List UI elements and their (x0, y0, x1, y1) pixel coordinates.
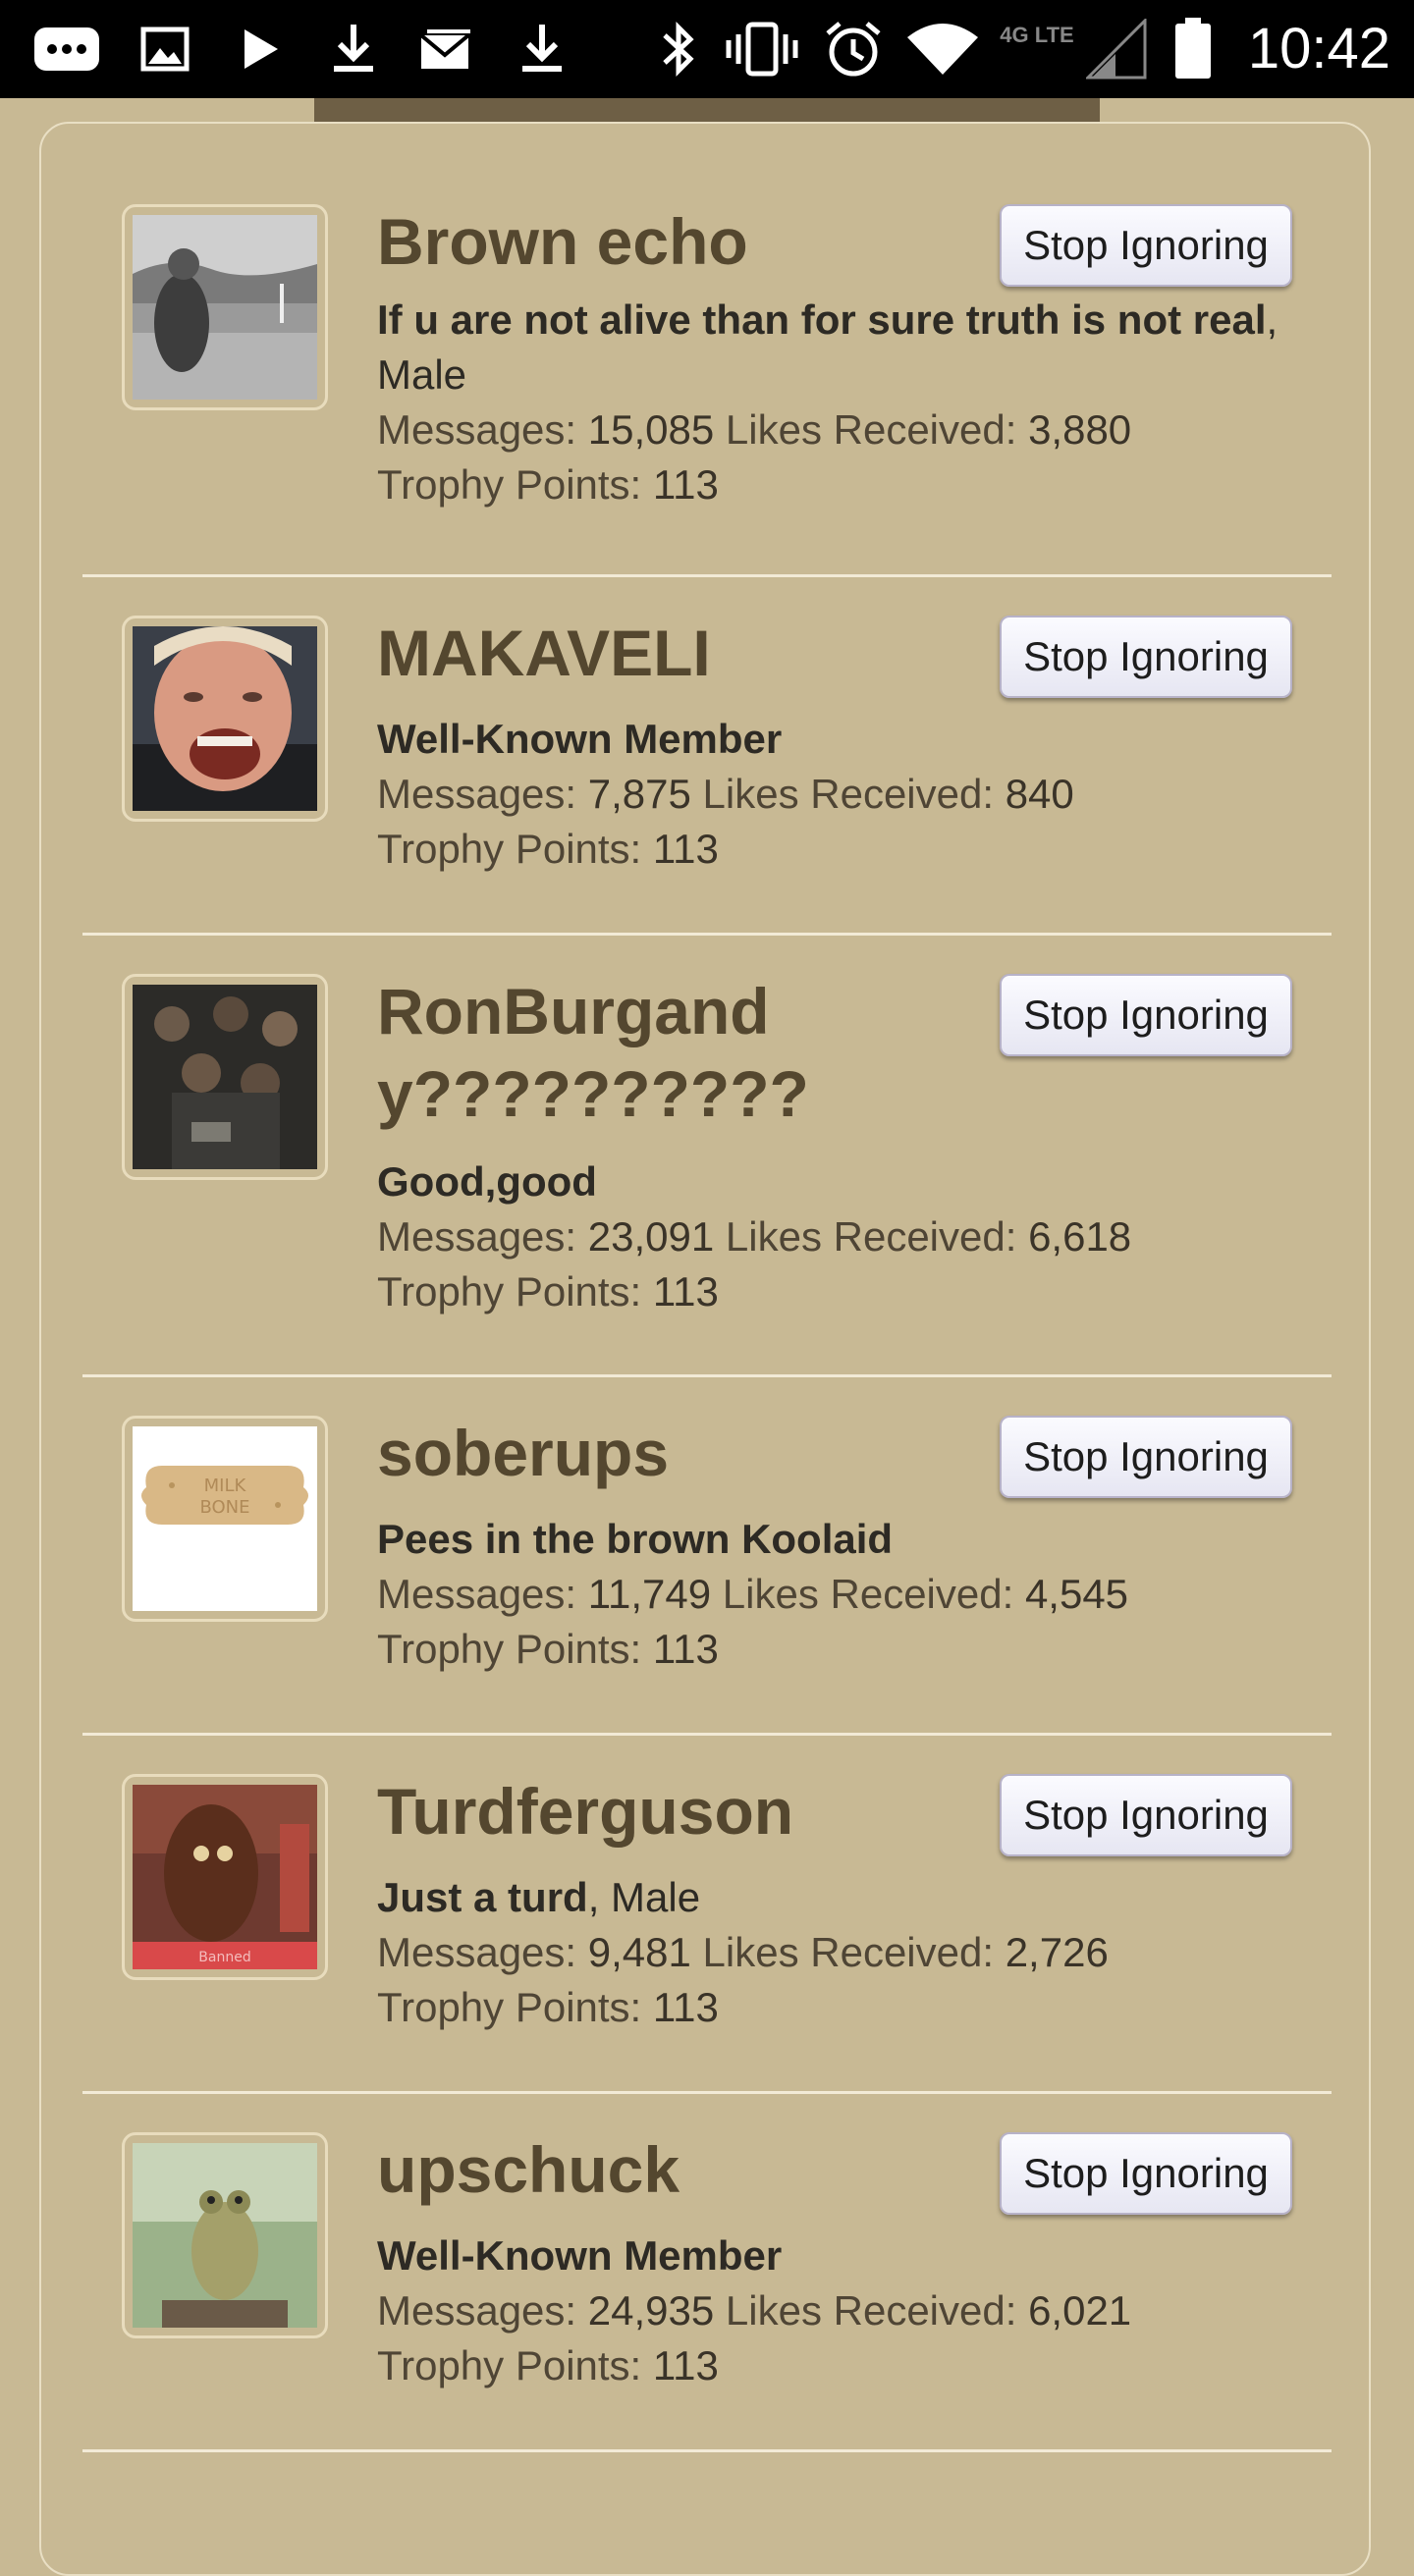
member-name[interactable]: RonBurgandy?????????? (377, 970, 1006, 1135)
battery-icon (1170, 0, 1216, 98)
grayscale-photo-avatar (133, 215, 317, 400)
download-icon (513, 0, 571, 98)
member-title: Just a turd (377, 1874, 588, 1920)
avatar[interactable] (122, 616, 328, 822)
svg-text:BONE: BONE (199, 1497, 249, 1518)
member-title-line: Well-Known Member Messages: 7,875 Likes … (377, 712, 1320, 877)
member-title-line: Just a turd, Male Messages: 9,481 Likes … (377, 1870, 1320, 2035)
frog-avatar (133, 2143, 317, 2328)
network-type-label: 4G LTE (1000, 23, 1074, 47)
likes-count: 6,618 (1028, 1213, 1132, 1260)
milk-bone-avatar: MILK BONE (133, 1426, 317, 1611)
member-stats: Messages: 7,875 Likes Received: 840 (377, 771, 1074, 817)
member-row: upschuck Well-Known Member Messages: 24,… (82, 2091, 1332, 2452)
member-row: MAKAVELI Well-Known Member Messages: 7,8… (82, 574, 1332, 936)
likes-count: 6,021 (1028, 2287, 1132, 2334)
member-stats: Messages: 15,085 Likes Received: 3,880 (377, 406, 1132, 453)
member-title: Good,good (377, 1158, 597, 1205)
stuffed-mascot-avatar: Banned (133, 1785, 317, 1969)
member-title-line: Well-Known Member Messages: 24,935 Likes… (377, 2228, 1320, 2393)
member-name[interactable]: soberups (377, 1412, 1006, 1494)
messages-count: 24,935 (587, 2287, 715, 2334)
bluetooth-icon (654, 0, 703, 98)
member-title-line: Good,good Messages: 23,091 Likes Receive… (377, 1154, 1320, 1319)
member-row: RonBurgandy?????????? Good,good Messages… (82, 933, 1332, 1377)
member-stats: Messages: 9,481 Likes Received: 2,726 (377, 1929, 1109, 1975)
member-name[interactable]: MAKAVELI (377, 612, 1006, 694)
alarm-icon (821, 0, 886, 98)
member-title: If u are not alive than for sure truth i… (377, 296, 1267, 343)
stop-ignoring-button[interactable]: Stop Ignoring (1000, 1416, 1292, 1498)
trophy-points: 113 (652, 826, 719, 872)
trophy-points: 113 (652, 1268, 719, 1315)
member-title: Pees in the brown Koolaid (377, 1516, 894, 1562)
stop-ignoring-button[interactable]: Stop Ignoring (1000, 204, 1292, 287)
member-title-line: If u are not alive than for sure truth i… (377, 293, 1320, 512)
likes-count: 2,726 (1005, 1929, 1109, 1975)
member-title-line: Pees in the brown Koolaid Messages: 11,7… (377, 1512, 1320, 1677)
avatar[interactable] (122, 974, 328, 1180)
avatar[interactable]: MILK BONE (122, 1416, 328, 1622)
svg-text:MILK: MILK (204, 1476, 247, 1496)
messages-count: 23,091 (587, 1213, 715, 1260)
member-stats: Messages: 11,749 Likes Received: 4,545 (377, 1571, 1129, 1617)
mail-icon (416, 0, 475, 98)
member-stats: Messages: 24,935 Likes Received: 6,021 (377, 2287, 1132, 2334)
member-name[interactable]: Turdferguson (377, 1770, 1006, 1852)
shouting-man-avatar (133, 626, 317, 811)
play-icon (236, 0, 285, 98)
member-row: Brown echo If u are not alive than for s… (82, 196, 1332, 577)
status-bar: 4G LTE 10:42 (0, 0, 1414, 98)
stop-ignoring-button[interactable]: Stop Ignoring (1000, 616, 1292, 698)
avatar[interactable] (122, 2132, 328, 2338)
stop-ignoring-button[interactable]: Stop Ignoring (1000, 1774, 1292, 1856)
stop-ignoring-button[interactable]: Stop Ignoring (1000, 974, 1292, 1056)
messages-count: 11,749 (587, 1571, 712, 1617)
wifi-icon (903, 0, 982, 98)
vibrate-icon (723, 0, 801, 98)
avatar[interactable] (122, 204, 328, 410)
member-row: Banned Turdferguson Just a turd, Male Me… (82, 1733, 1332, 2094)
messages-count: 7,875 (587, 771, 691, 817)
member-name[interactable]: Brown echo (377, 200, 1006, 283)
download-icon (324, 0, 383, 98)
svg-text:Banned: Banned (198, 1950, 250, 1965)
group-photo-avatar (133, 985, 317, 1169)
signal-icon (1084, 0, 1149, 98)
member-row: MILK BONE soberups Pees in the brown Koo… (82, 1374, 1332, 1736)
header-tab (314, 98, 1100, 122)
trophy-points: 113 (652, 1984, 719, 2030)
member-gender: , Male (587, 1874, 701, 1920)
stop-ignoring-button[interactable]: Stop Ignoring (1000, 2132, 1292, 2215)
image-icon (136, 0, 194, 98)
trophy-points: 113 (652, 461, 719, 508)
member-title: Well-Known Member (377, 2232, 783, 2279)
member-name[interactable]: upschuck (377, 2128, 1006, 2211)
messages-count: 15,085 (587, 406, 715, 453)
trophy-points: 113 (652, 2342, 719, 2388)
member-title: Well-Known Member (377, 716, 783, 762)
likes-count: 3,880 (1028, 406, 1132, 453)
likes-count: 4,545 (1024, 1571, 1129, 1617)
clock: 10:42 (1247, 17, 1390, 80)
trophy-points: 113 (652, 1626, 719, 1672)
more-icon (27, 0, 106, 98)
messages-count: 9,481 (587, 1929, 691, 1975)
avatar[interactable]: Banned (122, 1774, 328, 1980)
member-stats: Messages: 23,091 Likes Received: 6,618 (377, 1213, 1132, 1260)
likes-count: 840 (1005, 771, 1074, 817)
